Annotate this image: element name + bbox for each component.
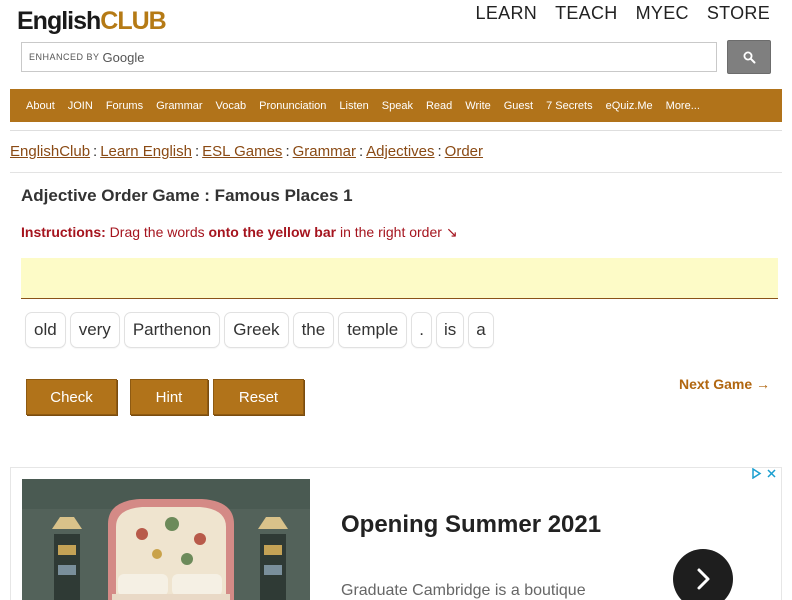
instructions-text-post: in the right order bbox=[339, 224, 442, 240]
breadcrumb-adjectives[interactable]: Adjectives bbox=[366, 143, 434, 160]
word-tile[interactable]: Parthenon bbox=[123, 312, 221, 348]
advertisement[interactable]: Opening Summer 2021 Graduate Cambridge i… bbox=[10, 467, 782, 600]
breadcrumb-grammar[interactable]: Grammar bbox=[293, 143, 356, 160]
main-nav-pronunciation[interactable]: Pronunciation bbox=[259, 100, 326, 112]
divider bbox=[10, 130, 782, 131]
ad-image-illustration bbox=[22, 479, 310, 600]
top-nav-store[interactable]: STORE bbox=[707, 3, 770, 24]
ad-choices[interactable] bbox=[751, 468, 777, 479]
instructions-text-bold: onto the yellow bar bbox=[208, 224, 337, 240]
next-game-link[interactable]: Next Game → bbox=[679, 376, 770, 392]
word-tile[interactable]: is bbox=[435, 312, 465, 348]
arrow-down-right-icon: ↘ bbox=[445, 224, 458, 240]
main-nav-more[interactable]: More... bbox=[666, 100, 700, 112]
word-tile[interactable]: temple bbox=[338, 312, 408, 348]
breadcrumb-separator: : bbox=[437, 143, 442, 160]
word-tile[interactable]: very bbox=[69, 312, 120, 348]
instructions-label: Instructions: bbox=[21, 224, 106, 240]
word-tile[interactable]: old bbox=[25, 312, 66, 348]
breadcrumb: EnglishClub: Learn English: ESL Games: Gram… bbox=[10, 143, 483, 160]
top-nav-learn[interactable]: LEARN bbox=[476, 3, 538, 24]
main-nav-listen[interactable]: Listen bbox=[339, 100, 368, 112]
search-input[interactable] bbox=[150, 44, 716, 70]
answer-drop-bar[interactable] bbox=[21, 258, 778, 299]
search-enhanced-by: ENHANCED BY bbox=[29, 52, 100, 62]
ad-title[interactable]: Opening Summer 2021 bbox=[341, 511, 601, 539]
main-nav-speak[interactable]: Speak bbox=[382, 100, 413, 112]
breadcrumb-separator: : bbox=[194, 143, 200, 160]
main-nav-guest[interactable]: Guest bbox=[504, 100, 533, 112]
breadcrumb-order[interactable]: Order bbox=[445, 143, 483, 160]
word-tile[interactable]: Greek bbox=[224, 312, 289, 348]
main-nav-write[interactable]: Write bbox=[465, 100, 490, 112]
adchoices-icon[interactable] bbox=[751, 468, 762, 479]
main-nav-equiz[interactable]: eQuiz.Me bbox=[606, 100, 653, 112]
englishclub-logo[interactable]: English CLUB bbox=[17, 2, 167, 36]
instructions-text-pre: Drag the words bbox=[109, 224, 205, 240]
search-provider-logo: Google bbox=[102, 49, 145, 65]
main-nav-7-secrets[interactable]: 7 Secrets bbox=[546, 100, 592, 112]
main-nav: About JOIN Forums Grammar Vocab Pronunci… bbox=[10, 89, 782, 122]
chevron-right-icon bbox=[697, 568, 710, 590]
word-tile[interactable]: . bbox=[411, 312, 432, 348]
breadcrumb-separator: : bbox=[358, 143, 364, 160]
check-button[interactable]: Check bbox=[26, 379, 117, 415]
word-tiles: old very Parthenon Greek the temple . is… bbox=[25, 312, 494, 348]
main-nav-vocab[interactable]: Vocab bbox=[216, 100, 247, 112]
reset-button[interactable]: Reset bbox=[213, 379, 304, 415]
search-box: ENHANCED BY Google bbox=[21, 42, 717, 72]
instructions: Instructions: Drag the words onto the ye… bbox=[21, 224, 458, 241]
breadcrumb-learn-english[interactable]: Learn English bbox=[100, 143, 192, 160]
word-tile[interactable]: a bbox=[468, 312, 494, 348]
close-icon[interactable] bbox=[766, 468, 777, 479]
ad-next-button[interactable] bbox=[673, 549, 733, 600]
top-nav-myec[interactable]: MYEC bbox=[636, 3, 689, 24]
main-nav-about[interactable]: About bbox=[26, 100, 55, 112]
main-nav-read[interactable]: Read bbox=[426, 100, 452, 112]
search-button[interactable] bbox=[727, 40, 771, 74]
main-nav-grammar[interactable]: Grammar bbox=[156, 100, 202, 112]
breadcrumb-separator: : bbox=[93, 143, 98, 160]
top-nav: LEARN TEACH MYEC STORE bbox=[476, 3, 770, 24]
logo-club-text: CLUB bbox=[100, 7, 166, 35]
word-tile[interactable]: the bbox=[292, 312, 335, 348]
main-nav-join[interactable]: JOIN bbox=[68, 100, 93, 112]
ad-description: Graduate Cambridge is a boutique bbox=[341, 582, 586, 599]
breadcrumb-separator: : bbox=[285, 143, 290, 160]
ad-image-bedroom[interactable] bbox=[22, 479, 310, 600]
hint-button[interactable]: Hint bbox=[130, 379, 208, 415]
top-nav-teach[interactable]: TEACH bbox=[555, 3, 618, 24]
logo-english-text: English bbox=[17, 7, 101, 35]
breadcrumb-esl-games[interactable]: ESL Games bbox=[202, 143, 282, 160]
search-icon bbox=[743, 51, 755, 63]
breadcrumb-englishclub[interactable]: EnglishClub bbox=[10, 143, 90, 160]
page-title: Adjective Order Game : Famous Places 1 bbox=[21, 186, 353, 205]
main-nav-forums[interactable]: Forums bbox=[106, 100, 143, 112]
divider bbox=[10, 172, 782, 173]
